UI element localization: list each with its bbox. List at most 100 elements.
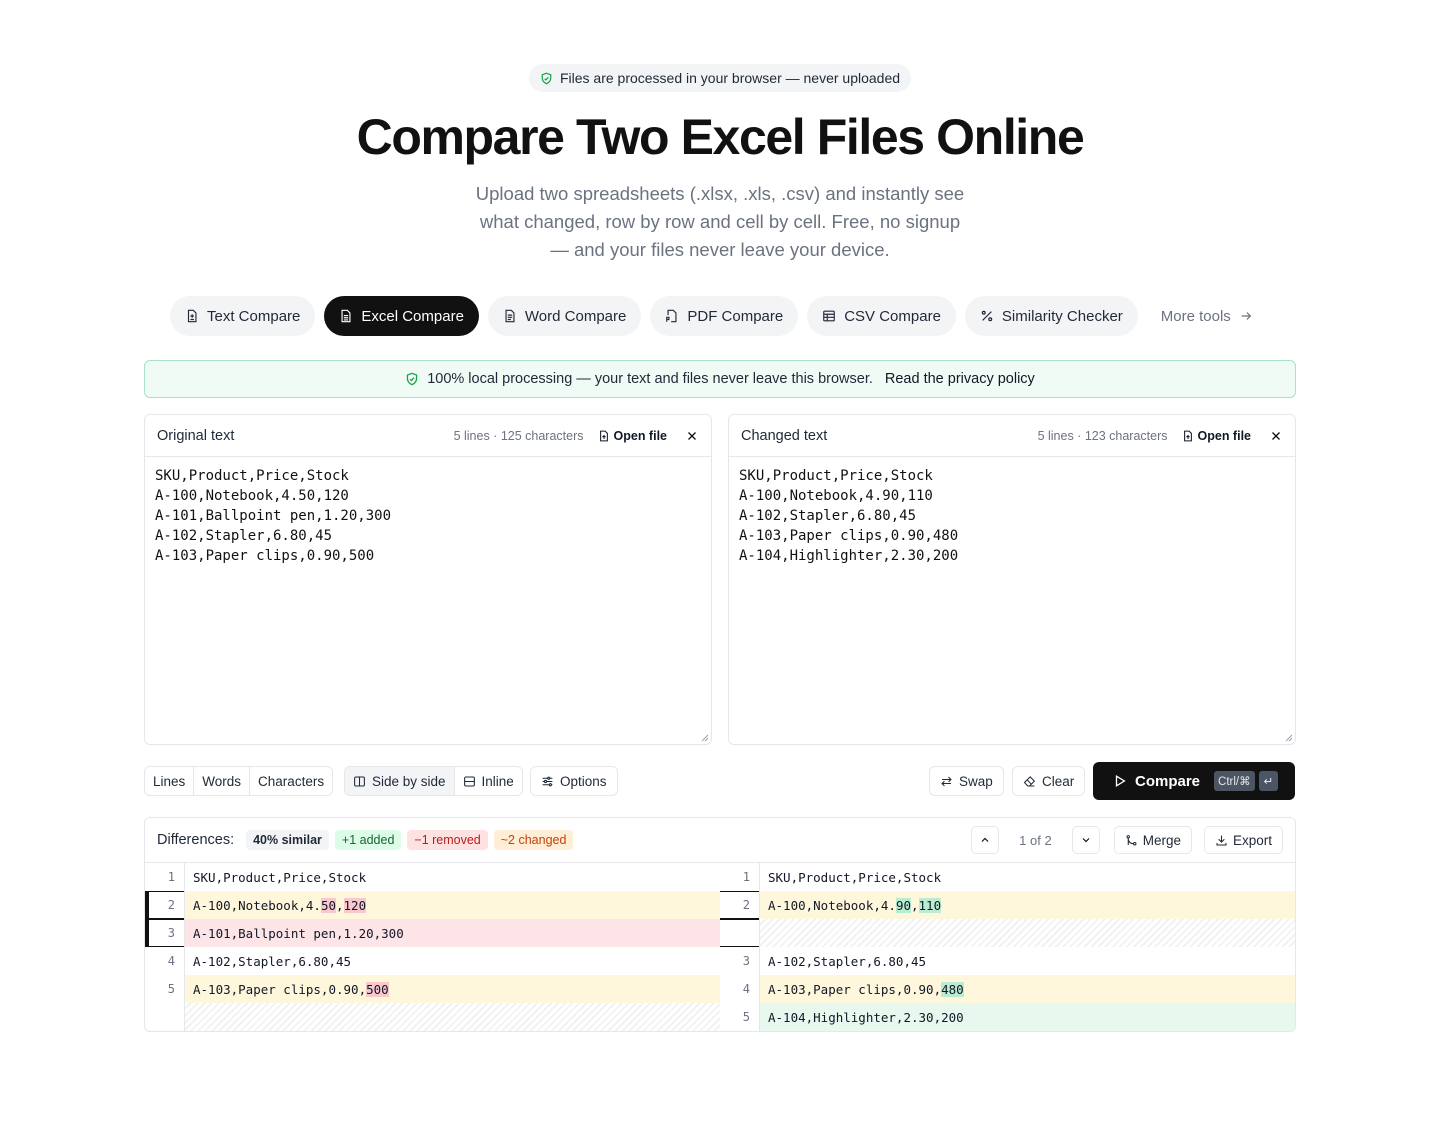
privacy-pill-text: Files are processed in your browser — ne… (559, 70, 901, 86)
right-line-number (720, 919, 760, 947)
changed-text-stats: 5 lines · 123 characters (1037, 428, 1168, 443)
diff-text: A-100,Notebook,4. (193, 897, 321, 913)
privacy-policy-link[interactable]: Read the privacy policy (885, 371, 1035, 387)
left-line-number: 3 (145, 919, 185, 947)
previous-change-button[interactable] (971, 826, 1000, 854)
diff-row[interactable]: 3 A-101,Ballpoint pen,1.20,300 (145, 919, 1295, 947)
selected-change-marker (145, 919, 149, 947)
view-side-by-side[interactable]: Side by side (345, 767, 455, 795)
changed-text-panel: Changed text 5 lines · 123 characters Op… (728, 414, 1296, 745)
local-processing-banner: 100% local processing — your text and fi… (144, 360, 1296, 398)
tab-csv-compare[interactable]: CSV Compare (807, 296, 956, 336)
similarity-badge: 40% similar (246, 830, 329, 850)
changed-open-file-button[interactable]: Open file (1182, 429, 1251, 443)
diff-highlight: 110 (918, 897, 942, 913)
view-inline[interactable]: Inline (455, 767, 522, 795)
tool-tabs: Text Compare Excel Compare Word Compare … (170, 296, 1267, 336)
removed-badge: −1 removed (407, 830, 488, 850)
arrow-right-icon (1241, 312, 1252, 320)
original-text-input[interactable]: SKU,Product,Price,Stock A-100,Notebook,4… (145, 457, 711, 575)
resize-handle-icon[interactable] (701, 734, 709, 742)
page-title: Compare Two Excel Files Online (356, 109, 1085, 165)
tab-excel-compare[interactable]: Excel Compare (324, 296, 479, 336)
diff-text: A-101,Ballpoint pen,1.20,300 (193, 925, 404, 941)
diff-row[interactable]: 1 SKU,Product,Price,Stock 1 SKU,Product,Pri… (145, 863, 1295, 891)
right-diff-cell: SKU,Product,Price,Stock (760, 863, 1295, 891)
granularity-words[interactable]: Words (194, 767, 251, 795)
tab-word-compare[interactable]: Word Compare (487, 296, 642, 336)
diff-row[interactable]: 5 A-104,Highlighter,2.30,200 (145, 1003, 1295, 1031)
diff-highlight: 120 (343, 897, 367, 913)
page-subtitle: Upload two spreadsheets (.xlsx, .xls, .c… (475, 183, 965, 260)
granularity-toggle: Lines Words Characters (144, 766, 334, 796)
file-upload-icon (599, 430, 608, 441)
close-icon[interactable] (685, 429, 699, 443)
diff-row[interactable]: 2 A-100,Notebook,4. 50, 120 2 A-100,Notebook,… (145, 891, 1295, 919)
diff-text: SKU,Product,Price,Stock (193, 869, 367, 885)
changed-text-title: Changed text (741, 427, 828, 444)
options-button[interactable]: Options (530, 766, 618, 796)
left-diff-cell: A-100,Notebook,4. 50, 120 (185, 891, 720, 919)
granularity-lines[interactable]: Lines (145, 767, 195, 795)
granularity-characters[interactable]: Characters (250, 767, 332, 795)
differences-label: Differences: (157, 832, 235, 848)
diff-highlight: 500 (366, 981, 389, 997)
export-button[interactable]: Export (1203, 826, 1283, 854)
left-diff-cell: A-101,Ballpoint pen,1.20,300 (185, 919, 720, 947)
shield-check-icon (541, 72, 552, 84)
diff-text: A-104,Highlighter,2.30,200 (768, 1009, 964, 1025)
added-badge: +1 added (334, 830, 402, 850)
tab-pdf-compare[interactable]: PDF Compare (650, 296, 799, 336)
right-line-number: 2 (720, 891, 760, 919)
diff-text: A-103,Paper clips,0.90, (768, 981, 942, 997)
diff-highlight: 90 (895, 897, 911, 913)
file-upload-icon (1183, 430, 1192, 441)
shield-check-icon (406, 372, 418, 386)
original-text-stats: 5 lines · 125 characters (453, 428, 584, 443)
enter-key-icon: ↵ (1258, 771, 1279, 791)
next-change-button[interactable] (1071, 826, 1100, 854)
original-open-file-button[interactable]: Open file (598, 429, 667, 443)
left-diff-cell: SKU,Product,Price,Stock (185, 863, 720, 891)
merge-button[interactable]: Merge (1113, 826, 1192, 854)
changed-text-input[interactable]: SKU,Product,Price,Stock A-100,Notebook,4… (729, 457, 1295, 575)
left-line-number (145, 1003, 185, 1031)
eraser-icon (1023, 775, 1036, 786)
file-diff-icon (187, 309, 197, 323)
right-diff-cell: A-103,Paper clips,0.90, 480 (760, 975, 1295, 1003)
swap-button[interactable]: Swap (929, 766, 1004, 796)
selected-change-marker (145, 891, 149, 919)
diff-text: A-102,Stapler,6.80,45 (193, 953, 352, 969)
left-line-number: 5 (145, 975, 185, 1003)
privacy-pill: Files are processed in your browser — ne… (529, 64, 911, 92)
changed-badge: ~2 changed (493, 830, 574, 850)
view-toggle: Side by side Inline (344, 766, 523, 796)
git-merge-icon (1126, 834, 1137, 845)
diff-text: SKU,Product,Price,Stock (768, 869, 942, 885)
tab-text-compare[interactable]: Text Compare (170, 296, 316, 336)
diff-text: A-100,Notebook,4. (768, 897, 896, 913)
diff-highlight: 50 (320, 897, 336, 913)
play-icon (1115, 775, 1126, 787)
left-diff-cell: A-102,Stapler,6.80,45 (185, 947, 720, 975)
sliders-icon (542, 776, 553, 786)
resize-handle-icon[interactable] (1285, 734, 1293, 742)
banner-text: 100% local processing — your text and fi… (427, 371, 873, 387)
close-icon[interactable] (1269, 429, 1283, 443)
file-pdf-icon (666, 309, 677, 323)
right-line-number: 3 (720, 947, 760, 975)
left-line-number: 4 (145, 947, 185, 975)
chevron-down-icon (1082, 838, 1090, 843)
file-spreadsheet-icon (341, 309, 351, 323)
compare-button[interactable]: Compare Ctrl/⌘ ↵ (1093, 762, 1295, 800)
more-tools-link[interactable]: More tools (1147, 296, 1267, 336)
right-diff-cell (760, 919, 1295, 947)
right-diff-cell: A-102,Stapler,6.80,45 (760, 947, 1295, 975)
clear-button[interactable]: Clear (1012, 766, 1086, 796)
diff-row[interactable]: 4 A-102,Stapler,6.80,45 3 A-102,Stapler,6.8… (145, 947, 1295, 975)
left-diff-cell (185, 1003, 720, 1031)
diff-row[interactable]: 5 A-103,Paper clips,0.90, 500 4 A-103,Paper … (145, 975, 1295, 1003)
diff-text: A-102,Stapler,6.80,45 (768, 953, 927, 969)
tab-similarity-checker[interactable]: Similarity Checker (964, 296, 1138, 336)
right-line-number: 4 (720, 975, 760, 1003)
